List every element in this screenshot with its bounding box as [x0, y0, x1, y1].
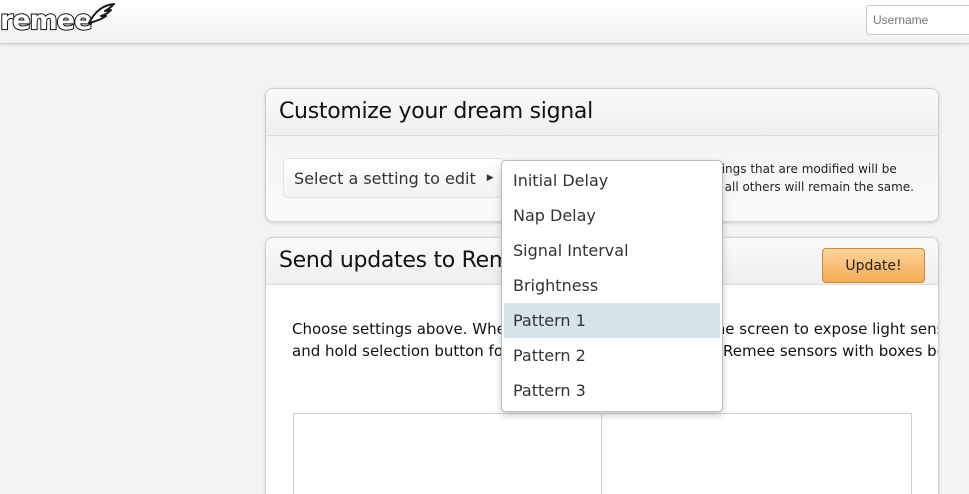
update-button[interactable]: Update! — [822, 248, 925, 283]
menu-item-initial-delay[interactable]: Initial Delay — [504, 163, 720, 198]
menu-item-pattern-2[interactable]: Pattern 2 — [504, 338, 720, 373]
wing-icon — [88, 3, 116, 24]
username-input[interactable] — [866, 5, 969, 35]
settings-hint-line2: , all others will remain the same. — [717, 180, 914, 194]
sensor-boxes — [293, 413, 912, 494]
caret-right-icon: ▶ — [486, 173, 494, 183]
customize-panel-header: Customize your dream signal — [266, 89, 938, 136]
remee-logo[interactable]: remee — [0, 1, 116, 39]
settings-hint: tings that are modified will be , all ot… — [717, 160, 917, 196]
send-updates-title: Send updates to Remee — [279, 248, 537, 273]
sensor-box-left — [293, 413, 602, 494]
customize-title: Customize your dream signal — [279, 99, 593, 124]
logo-text: remee — [0, 4, 93, 37]
setting-select-label: Select a setting to edit — [294, 168, 476, 188]
setting-dropdown-menu: Initial Delay Nap Delay Signal Interval … — [501, 160, 723, 412]
menu-item-pattern-3[interactable]: Pattern 3 — [504, 373, 720, 408]
setting-select-button[interactable]: Select a setting to edit ▶ — [283, 158, 503, 198]
top-bar: remee — [0, 0, 969, 44]
sensor-box-right — [602, 413, 912, 494]
settings-hint-line1: tings that are modified will be — [717, 162, 897, 176]
menu-item-pattern-1[interactable]: Pattern 1 — [504, 303, 720, 338]
menu-item-brightness[interactable]: Brightness — [504, 268, 720, 303]
menu-item-signal-interval[interactable]: Signal Interval — [504, 233, 720, 268]
menu-item-nap-delay[interactable]: Nap Delay — [504, 198, 720, 233]
